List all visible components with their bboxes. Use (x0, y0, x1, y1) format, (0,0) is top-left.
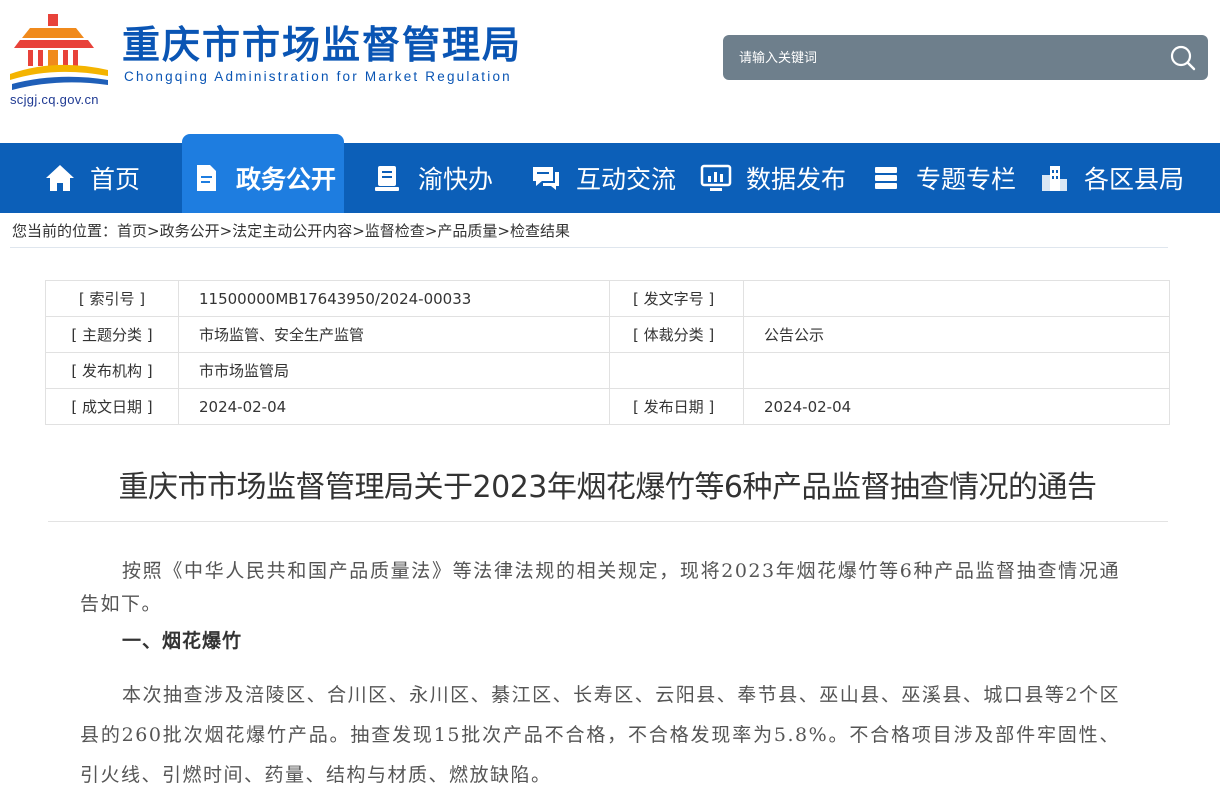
breadcrumb-link-inspection[interactable]: 监督检查 (365, 222, 425, 240)
monitor-chart-icon (700, 162, 732, 194)
site-title[interactable]: 重庆市市场监督管理局 (122, 22, 522, 68)
search-button[interactable] (1168, 43, 1198, 73)
article-title: 重庆市市场监督管理局关于2023年烟花爆竹等6种产品监督抽查情况的通告 (118, 470, 1097, 505)
building-icon (1038, 162, 1070, 194)
genre-value: 公告公示 (743, 316, 1170, 353)
nav-label: 各区县局 (1084, 165, 1185, 194)
search-box (723, 35, 1208, 82)
breadcrumb: 您当前的位置：首页>政务公开>法定主动公开内容>监督检查>产品质量>检查结果 (12, 220, 570, 241)
breadcrumb-separator: > (147, 222, 160, 240)
chat-icon (530, 162, 562, 194)
section-paragraph: 本次抽查涉及涪陵区、合川区、永川区、綦江区、长寿区、云阳县、奉节县、巫山县、巫溪… (80, 684, 1120, 786)
breadcrumb-link-statutory[interactable]: 法定主动公开内容 (232, 222, 352, 240)
breadcrumb-separator: > (352, 222, 365, 240)
government-logo-icon[interactable] (10, 14, 110, 90)
publish-date-value: 2024-02-04 (743, 388, 1170, 425)
search-icon (1170, 45, 1196, 71)
site-header: scjgj.cq.gov.cn 重庆市市场监督管理局 Chongqing Adm… (0, 0, 1220, 143)
nav-label: 渝快办 (418, 165, 494, 194)
document-icon (190, 162, 222, 194)
index-label: [ 索引号 ] (45, 280, 179, 317)
breadcrumb-prefix: 您当前的位置： (12, 222, 118, 240)
breadcrumb-separator: > (219, 222, 233, 240)
table-row: [ 发布机构 ] 市市场监管局 (45, 352, 1170, 389)
intro-paragraph: 按照《中华人民共和国产品质量法》等法律法规的相关规定，现将2023年烟花爆竹等6… (80, 560, 1120, 615)
nav-label: 专题专栏 (916, 165, 1017, 194)
topic-label: [ 主题分类 ] (45, 316, 179, 353)
publisher-label: [ 发布机构 ] (45, 352, 179, 389)
search-input[interactable] (737, 35, 1141, 82)
nav-item-home[interactable]: 首页 (44, 143, 140, 213)
title-divider (48, 521, 1168, 522)
breadcrumb-link-product-quality[interactable]: 产品质量 (437, 222, 497, 240)
publish-date-label: [ 发布日期 ] (609, 388, 744, 425)
empty-cell (743, 352, 1170, 389)
table-row: [ 主题分类 ] 市场监管、安全生产监管 [ 体裁分类 ] 公告公示 (45, 316, 1170, 353)
site-subtitle: Chongqing Administration for Market Regu… (124, 69, 512, 84)
nav-item-interaction[interactable]: 互动交流 (530, 143, 676, 213)
home-icon (44, 162, 76, 194)
creation-date-label: [ 成文日期 ] (45, 388, 179, 425)
nav-item-government-affairs[interactable]: 政务公开 (190, 143, 336, 213)
nav-item-yukuaiban[interactable]: 渝快办 (372, 143, 493, 213)
site-domain: scjgj.cq.gov.cn (10, 92, 99, 107)
nav-label: 首页 (90, 165, 141, 194)
doc-number-value (743, 280, 1170, 317)
empty-cell (609, 352, 744, 389)
breadcrumb-link-gov-affairs[interactable]: 政务公开 (160, 222, 220, 240)
index-value: 11500000MB17643950/2024-00033 (178, 280, 610, 317)
nav-item-district-bureaus[interactable]: 各区县局 (1038, 143, 1184, 213)
breadcrumb-link-results[interactable]: 检查结果 (510, 222, 570, 240)
topic-value: 市场监管、安全生产监管 (178, 316, 610, 353)
breadcrumb-link-home[interactable]: 首页 (117, 222, 147, 240)
publisher-value: 市市场监管局 (178, 352, 610, 389)
nav-label: 政务公开 (236, 165, 337, 194)
breadcrumb-separator: > (497, 222, 510, 240)
genre-label: [ 体裁分类 ] (609, 316, 744, 353)
table-row: [ 索引号 ] 11500000MB17643950/2024-00033 [ … (45, 280, 1170, 317)
breadcrumb-divider (10, 247, 1168, 248)
document-meta-table: [ 索引号 ] 11500000MB17643950/2024-00033 [ … (45, 280, 1170, 425)
nav-label: 互动交流 (576, 165, 677, 194)
service-icon (372, 162, 404, 194)
nav-item-special-topics[interactable]: 专题专栏 (870, 143, 1016, 213)
section-heading: 一、烟花爆竹 (122, 630, 243, 652)
creation-date-value: 2024-02-04 (178, 388, 610, 425)
table-row: [ 成文日期 ] 2024-02-04 [ 发布日期 ] 2024-02-04 (45, 388, 1170, 425)
nav-item-data-release[interactable]: 数据发布 (700, 143, 846, 213)
article-body: 按照《中华人民共和国产品质量法》等法律法规的相关规定，现将2023年烟花爆竹等6… (80, 555, 1120, 795)
nav-label: 数据发布 (746, 165, 847, 194)
breadcrumb-separator: > (424, 222, 438, 240)
doc-number-label: [ 发文字号 ] (609, 280, 744, 317)
stack-icon (870, 162, 902, 194)
